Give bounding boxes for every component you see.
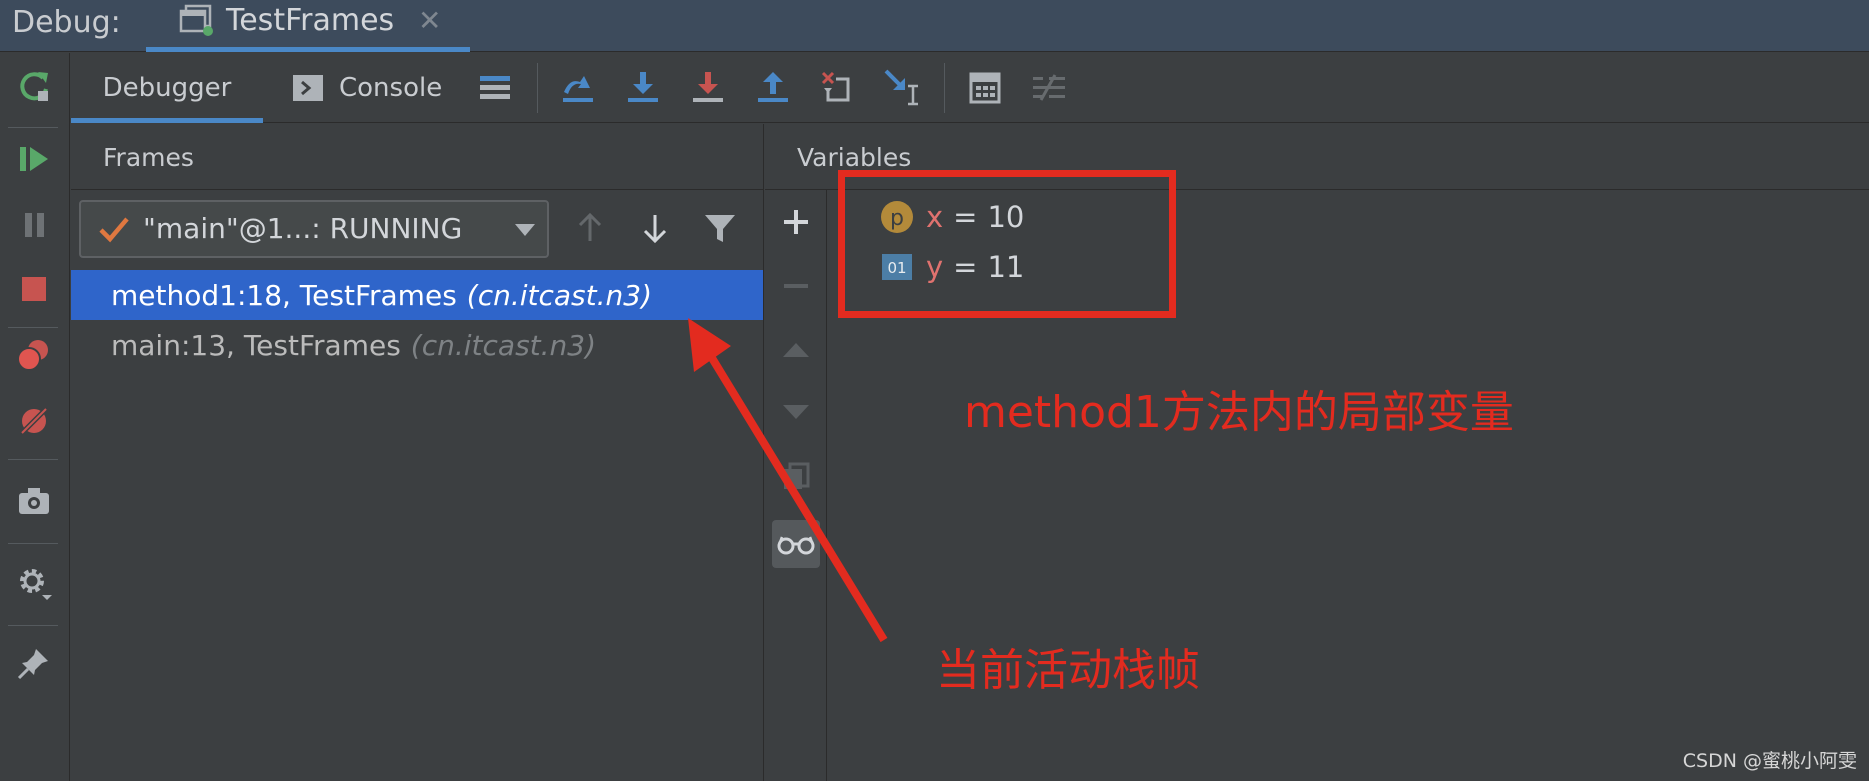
annotation-local-variables: method1方法内的局部变量 [964,387,1514,438]
close-icon[interactable]: ✕ [418,4,441,37]
force-step-into-button[interactable] [686,66,730,110]
debugger-toolbar: Debugger Console [71,53,1869,123]
run-to-cursor-icon [884,69,918,106]
toolbar-separator [944,63,945,113]
mute-breakpoints-button[interactable] [12,399,56,443]
trace-icon [1033,74,1065,101]
settings-button[interactable] [12,561,56,605]
arrow-up-icon [578,212,602,241]
tab-debugger[interactable]: Debugger [71,53,263,123]
pause-icon [25,213,44,237]
camera-icon [19,488,49,514]
force-step-into-icon [693,72,723,102]
triangle-down-icon [783,405,809,419]
debug-window: Debug: TestFrames ✕ Debugger Console Fra… [0,0,1869,781]
thread-selector[interactable]: "main"@1...: RUNNING [79,200,549,258]
toolbar-separator [8,327,58,328]
variables-highlight-box [838,170,1176,318]
drop-frame-button[interactable] [816,66,860,110]
frames-header-label: Frames [103,143,194,172]
active-tab-indicator [146,47,470,52]
view-breakpoints-icon [17,340,48,371]
resume-icon [20,147,48,171]
trace-button[interactable] [1027,66,1071,110]
evaluate-expression-icon [969,72,1001,104]
application-window-icon [179,4,213,36]
run-tab-testframes[interactable]: TestFrames ✕ [146,0,470,52]
remove-watch-button[interactable] [772,262,820,310]
filter-icon [705,215,735,242]
show-execution-point-button[interactable] [556,66,600,110]
frame-row[interactable]: main:13, TestFrames (cn.itcast.n3) [71,320,763,370]
settings-icon [20,569,52,600]
show-watches-button[interactable] [772,520,820,568]
debug-label: Debug: [12,5,121,40]
move-watch-down-button[interactable] [772,388,820,436]
arrow-down-icon [643,215,667,244]
evaluate-expression-button[interactable] [963,66,1007,110]
step-out-icon [758,72,788,102]
toolbar-separator [8,625,58,626]
check-icon [99,217,129,243]
step-over-button[interactable] [621,66,665,110]
next-frame-button[interactable] [633,206,677,250]
rerun-button[interactable] [12,65,56,109]
step-into-icon [628,72,658,102]
previous-frame-button[interactable] [568,206,612,250]
frame-package: (cn.itcast.n3) [410,328,597,362]
debug-title-bar: Debug: TestFrames ✕ [0,0,1869,52]
frame-package: (cn.itcast.n3) [466,278,653,312]
layout-button[interactable] [473,66,517,110]
chevron-down-icon [515,224,535,236]
pin-icon [17,649,48,680]
pause-button[interactable] [12,203,56,247]
toolbar-separator [8,459,58,460]
watermark: CSDN @蜜桃小阿雯 [1682,750,1857,772]
variables-toolbar [765,190,827,781]
copy-icon [784,462,810,489]
toolbar-separator [537,63,538,113]
tab-debugger-label: Debugger [102,73,232,103]
duplicate-watch-button[interactable] [772,452,820,500]
annotation-current-frame: 当前活动栈帧 [936,645,1200,696]
frames-panel: Frames "main"@1...: RUNNING method1:18, … [71,124,764,781]
view-breakpoints-button[interactable] [12,333,56,377]
frame-method: main:13, TestFrames [111,328,401,362]
frames-header: Frames [71,124,764,190]
pin-tab-button[interactable] [12,641,56,685]
thread-selector-value: "main"@1...: RUNNING [143,212,463,245]
frame-row-selected[interactable]: method1:18, TestFrames (cn.itcast.n3) [71,270,763,320]
mute-breakpoints-icon [19,406,49,436]
resume-button[interactable] [12,137,56,181]
toolbar-separator [8,543,58,544]
frame-method: method1:18, TestFrames [111,278,457,312]
drop-frame-icon [821,71,850,102]
tab-console[interactable]: Console [293,53,453,123]
show-execution-point-icon [563,76,593,102]
minus-icon [784,284,808,288]
left-debug-toolbar [0,53,70,781]
run-to-cursor-button[interactable] [881,66,925,110]
get-thread-dump-button[interactable] [12,479,56,523]
rerun-icon [20,72,48,101]
triangle-up-icon [783,343,809,357]
frame-list: method1:18, TestFrames (cn.itcast.n3) ma… [71,270,763,370]
glasses-icon [777,536,815,555]
console-icon [293,75,323,101]
variables-header-label: Variables [797,143,912,172]
run-tab-title: TestFrames [226,3,395,38]
stop-button[interactable] [12,267,56,311]
stop-icon [22,277,46,301]
filter-frames-button[interactable] [698,206,742,250]
toolbar-separator [8,127,58,128]
plus-icon [784,210,808,234]
new-watch-button[interactable] [772,198,820,246]
tab-console-label: Console [339,73,443,103]
active-tab-indicator [71,118,263,123]
step-out-button[interactable] [751,66,795,110]
move-watch-up-button[interactable] [772,326,820,374]
layout-icon [480,76,510,99]
